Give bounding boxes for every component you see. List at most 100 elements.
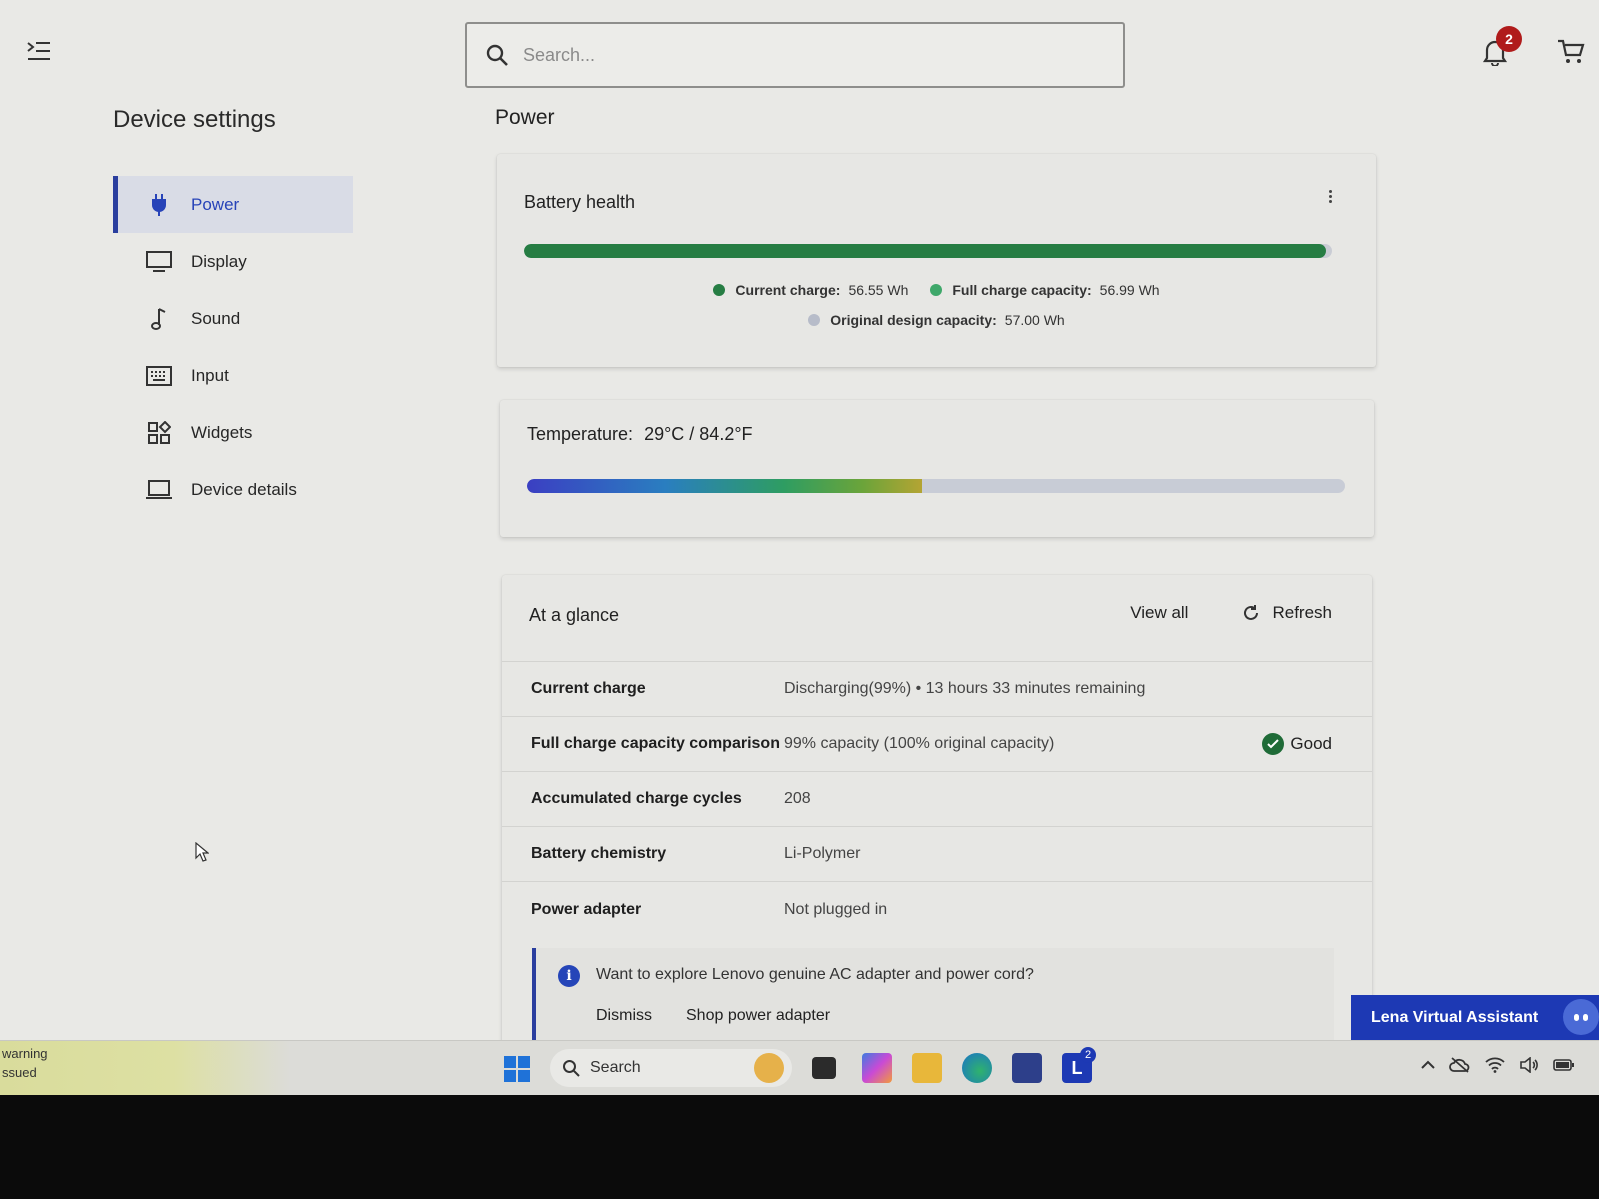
table-row: Power adapter Not plugged in bbox=[502, 882, 1372, 937]
volume-icon[interactable] bbox=[1519, 1057, 1539, 1073]
sidebar-item-input[interactable]: Input bbox=[113, 347, 353, 404]
battery-icon[interactable] bbox=[1553, 1059, 1575, 1071]
row-value: 208 bbox=[784, 790, 811, 807]
row-value: Discharging(99%) • 13 hours 33 minutes r… bbox=[784, 680, 1146, 697]
legend-dot bbox=[713, 284, 726, 296]
sidebar-item-label: Input bbox=[191, 365, 229, 385]
sidebar-nav: Power Display Sound Input Widgets Device… bbox=[113, 176, 353, 518]
windows-taskbar: warning ssued Search L 2 bbox=[0, 1040, 1599, 1095]
temperature-card: Temperature: 29°C / 84.2°F bbox=[500, 400, 1374, 537]
widgets-icon bbox=[145, 420, 173, 445]
refresh-button[interactable]: Refresh bbox=[1242, 603, 1332, 623]
temperature-value: 29°C / 84.2°F bbox=[644, 424, 753, 444]
app-badge: 2 bbox=[1080, 1047, 1096, 1063]
temperature-title: Temperature: 29°C / 84.2°F bbox=[527, 424, 753, 445]
status-badge: Good bbox=[1262, 733, 1332, 755]
at-a-glance-card: At a glance View all Refresh Current cha… bbox=[502, 575, 1372, 1068]
legend-dot bbox=[930, 284, 943, 296]
battery-legend-row: Original design capacity: 57.00 Wh bbox=[497, 312, 1376, 328]
microsoft-store-icon[interactable] bbox=[1012, 1053, 1042, 1083]
sidebar-item-label: Display bbox=[191, 251, 247, 271]
search-icon bbox=[486, 44, 508, 66]
sidebar-item-power[interactable]: Power bbox=[113, 176, 353, 233]
laptop-icon bbox=[145, 478, 173, 502]
search-input[interactable] bbox=[523, 44, 1083, 66]
legend-value: 56.55 Wh bbox=[848, 282, 909, 298]
legend-label: Current charge: bbox=[735, 282, 841, 298]
chevron-up-icon[interactable] bbox=[1421, 1060, 1435, 1070]
monitor-icon bbox=[145, 250, 173, 274]
vantage-window: 2 Device settings Power Display Sound In… bbox=[0, 0, 1599, 1095]
legend-dot bbox=[808, 314, 821, 326]
sidebar-item-device-details[interactable]: Device details bbox=[113, 461, 353, 518]
more-options-icon[interactable] bbox=[1326, 188, 1334, 206]
sidebar-item-widgets[interactable]: Widgets bbox=[113, 404, 353, 461]
sidebar-item-display[interactable]: Display bbox=[113, 233, 353, 290]
temperature-level-fill bbox=[527, 479, 923, 493]
copilot-icon[interactable] bbox=[862, 1053, 892, 1083]
assistant-bot-icon bbox=[1563, 999, 1599, 1035]
temperature-bar bbox=[527, 479, 1345, 493]
battery-health-bar bbox=[524, 244, 1332, 258]
sidebar-item-sound[interactable]: Sound bbox=[113, 290, 353, 347]
taskbar-search[interactable]: Search bbox=[550, 1049, 792, 1087]
battery-health-card: Battery health Current charge: 56.55 Wh F… bbox=[497, 154, 1376, 367]
table-row: Full charge capacity comparison 99% capa… bbox=[502, 717, 1372, 772]
check-circle-icon bbox=[1262, 733, 1285, 755]
row-label: Current charge bbox=[531, 680, 646, 697]
windows-start-icon[interactable] bbox=[504, 1056, 530, 1082]
wifi-icon[interactable] bbox=[1485, 1057, 1505, 1073]
keyboard-icon bbox=[145, 364, 173, 388]
cart-icon[interactable] bbox=[1556, 38, 1586, 66]
refresh-icon bbox=[1244, 605, 1259, 620]
cloud-offline-icon[interactable] bbox=[1449, 1057, 1471, 1073]
row-value: 99% capacity (100% original capacity) bbox=[784, 735, 1055, 752]
legend-current-charge: Current charge: 56.55 Wh bbox=[713, 282, 908, 298]
battery-legend-row: Current charge: 56.55 Wh Full charge capa… bbox=[497, 282, 1376, 298]
file-explorer-icon[interactable] bbox=[912, 1053, 942, 1083]
search-box[interactable] bbox=[465, 22, 1125, 88]
temperature-label: Temperature: bbox=[527, 424, 634, 444]
system-tray bbox=[1421, 1057, 1575, 1073]
table-row: Current charge Discharging(99%) • 13 hou… bbox=[502, 662, 1372, 717]
at-a-glance-header: At a glance View all Refresh bbox=[502, 575, 1372, 662]
warning-notice[interactable]: warning ssued bbox=[0, 1041, 290, 1095]
info-message: Want to explore Lenovo genuine AC adapte… bbox=[596, 966, 1034, 983]
assistant-label: Lena Virtual Assistant bbox=[1371, 1008, 1539, 1026]
warning-subtext: ssued bbox=[2, 1065, 37, 1080]
sidebar-item-label: Widgets bbox=[191, 422, 253, 442]
row-label: Battery chemistry bbox=[531, 845, 667, 862]
row-label: Accumulated charge cycles bbox=[531, 790, 742, 807]
row-label: Full charge capacity comparison bbox=[531, 735, 780, 752]
legend-value: 57.00 Wh bbox=[1004, 312, 1065, 328]
sidebar-item-label: Power bbox=[191, 194, 240, 214]
row-value: Not plugged in bbox=[784, 900, 888, 918]
at-a-glance-title: At a glance bbox=[529, 605, 620, 625]
dismiss-button[interactable]: Dismiss bbox=[596, 1007, 652, 1025]
refresh-label: Refresh bbox=[1272, 603, 1332, 622]
battery-health-title: Battery health bbox=[524, 192, 636, 212]
table-row: Battery chemistry Li-Polymer bbox=[502, 827, 1372, 882]
music-note-icon bbox=[145, 307, 173, 331]
status-label: Good bbox=[1290, 734, 1332, 753]
notification-count-badge: 2 bbox=[1496, 26, 1522, 52]
battery-charge-fill bbox=[524, 244, 1326, 258]
sidebar-title: Device settings bbox=[113, 106, 276, 133]
legend-full-charge: Full charge capacity: 56.99 Wh bbox=[930, 282, 1160, 298]
task-view-icon[interactable] bbox=[812, 1057, 836, 1079]
view-all-link[interactable]: View all bbox=[1130, 603, 1188, 623]
page-title: Power bbox=[495, 106, 555, 129]
legend-label: Full charge capacity: bbox=[952, 282, 1092, 298]
shop-power-adapter-link[interactable]: Shop power adapter bbox=[686, 1007, 830, 1025]
sidebar-item-label: Device details bbox=[191, 479, 297, 499]
virtual-assistant-button[interactable]: Lena Virtual Assistant bbox=[1351, 995, 1599, 1040]
table-row: Accumulated charge cycles 208 bbox=[502, 772, 1372, 827]
warning-text: warning bbox=[2, 1046, 48, 1061]
search-highlight-icon bbox=[754, 1053, 784, 1083]
info-icon: i bbox=[558, 965, 580, 987]
menu-toggle-icon[interactable] bbox=[26, 40, 52, 62]
legend-design-capacity: Original design capacity: 57.00 Wh bbox=[808, 312, 1065, 328]
sidebar-item-label: Sound bbox=[191, 308, 241, 328]
taskbar-search-label: Search bbox=[590, 1059, 641, 1076]
edge-browser-icon[interactable] bbox=[962, 1053, 992, 1083]
